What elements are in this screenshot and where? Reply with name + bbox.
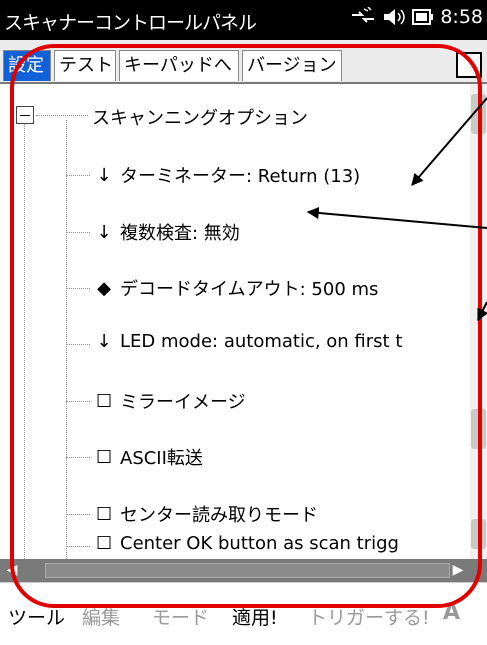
tree-root-connector <box>36 115 88 116</box>
scroll-right-icon[interactable]: ▶ <box>448 561 468 580</box>
tree-root-label[interactable]: スキャンニングオプション <box>92 104 308 130</box>
tab-version[interactable]: バージョン <box>242 50 342 81</box>
diamond-icon: ◆ <box>97 277 111 299</box>
checkbox-icon[interactable]: ☐ <box>96 504 112 525</box>
tree-connector <box>66 288 90 289</box>
input-panel-icon[interactable]: A <box>443 600 460 625</box>
option-label: ターミネーター: Return (13) <box>120 166 361 187</box>
tab-keypad[interactable]: キーパッドへ <box>119 50 239 81</box>
tree-connector <box>66 175 90 176</box>
menu-apply[interactable]: 適用! <box>232 603 278 630</box>
status-area: 8:58 <box>350 6 483 28</box>
tab-test[interactable]: テスト <box>54 50 116 81</box>
dropdown-arrow-icon: ↓ <box>96 221 112 243</box>
option-label: Center OK button as scan trigg <box>120 533 399 554</box>
dropdown-arrow-icon: ↓ <box>96 331 112 352</box>
dropdown-arrow-icon: ↓ <box>96 164 112 186</box>
menu-bar: ツール 編集 モード 適用! トリガーする! A <box>0 582 487 645</box>
connection-icon[interactable] <box>350 7 376 27</box>
option-multiple-check[interactable]: ↓ 複数検査: 無効 <box>96 219 240 245</box>
scrollbar-thumb[interactable] <box>471 94 486 134</box>
tree-branch-line <box>66 120 67 559</box>
tree-connector <box>66 457 90 458</box>
checkbox-icon[interactable]: ☐ <box>96 391 112 412</box>
option-mirror-image[interactable]: ☐ ミラーイメージ <box>96 388 246 414</box>
tree-connector <box>66 232 90 233</box>
option-center-ok-trigger[interactable]: ☐ Center OK button as scan trigg <box>96 533 399 554</box>
clock[interactable]: 8:58 <box>440 6 483 28</box>
option-center-read-mode[interactable]: ☐ センター読み取りモード <box>96 501 318 527</box>
tab-scroll-button[interactable] <box>456 52 482 78</box>
option-label: LED mode: automatic, on first t <box>120 331 403 352</box>
tree-root-line <box>24 124 25 559</box>
scrollbar-thumb[interactable] <box>471 409 486 449</box>
option-label: 複数検査: 無効 <box>120 223 240 244</box>
option-terminator[interactable]: ↓ ターミネーター: Return (13) <box>96 162 360 188</box>
battery-icon[interactable] <box>412 7 434 27</box>
scroll-left-icon[interactable]: ◀ <box>2 561 22 580</box>
horizontal-scroll-thumb[interactable] <box>45 563 450 578</box>
tree-connector <box>66 514 90 515</box>
checkbox-icon[interactable]: ☐ <box>96 533 112 554</box>
window-title: スキャナーコントロールパネル <box>4 12 257 34</box>
tab-settings[interactable]: 設定 <box>3 50 51 81</box>
tree-connector <box>66 344 90 345</box>
tab-strip: 設定 テスト キーパッドへ バージョン <box>0 40 487 84</box>
option-label: ミラーイメージ <box>120 392 246 413</box>
menu-edit[interactable]: 編集 <box>82 603 120 630</box>
scrollbar-thumb[interactable] <box>471 519 486 549</box>
option-led-mode[interactable]: ↓ LED mode: automatic, on first t <box>96 331 402 352</box>
speaker-icon[interactable] <box>382 7 406 27</box>
option-label: デコードタイムアウト: 500 ms <box>120 279 379 300</box>
menu-trigger[interactable]: トリガーする! <box>308 603 430 630</box>
collapse-toggle[interactable] <box>16 106 34 124</box>
option-decode-timeout[interactable]: ◆ デコードタイムアウト: 500 ms <box>96 275 378 301</box>
title-bar: スキャナーコントロールパネル 8:58 <box>0 0 487 40</box>
checkbox-icon[interactable]: ☐ <box>96 447 112 468</box>
menu-tools[interactable]: ツール <box>8 603 65 630</box>
vertical-scrollbar[interactable] <box>470 84 487 559</box>
option-label: センター読み取りモード <box>120 505 318 526</box>
tree-connector <box>66 546 90 547</box>
tree-connector <box>66 401 90 402</box>
option-label: ASCII転送 <box>120 448 203 469</box>
horizontal-scrollbar[interactable]: ◀ ▶ <box>0 559 487 582</box>
menu-mode[interactable]: モード <box>152 603 209 630</box>
scanning-options-tree: スキャンニングオプション ↓ ターミネーター: Return (13) ↓ 複数… <box>0 84 487 559</box>
option-ascii-transfer[interactable]: ☐ ASCII転送 <box>96 444 203 470</box>
